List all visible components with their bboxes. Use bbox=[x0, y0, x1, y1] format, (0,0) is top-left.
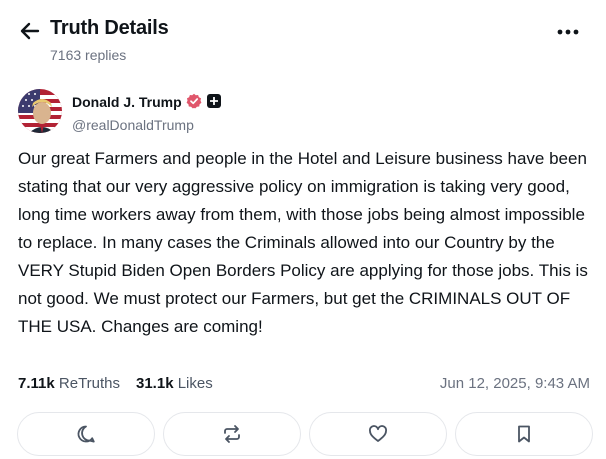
retruth-button[interactable] bbox=[163, 412, 301, 456]
reply-button[interactable] bbox=[17, 412, 155, 456]
plus-icon bbox=[210, 97, 218, 105]
post-stats: 7.11k ReTruths 31.1k Likes Jun 12, 2025,… bbox=[18, 375, 590, 395]
more-horizontal-icon bbox=[557, 29, 579, 35]
author-handle[interactable]: @realDonaldTrump bbox=[72, 117, 194, 133]
post-timestamp[interactable]: Jun 12, 2025, 9:43 AM bbox=[440, 375, 590, 392]
arrow-left-icon bbox=[20, 22, 40, 40]
avatar[interactable] bbox=[18, 89, 62, 133]
heart-icon bbox=[369, 425, 387, 442]
author-block: Donald J. Trump @realDonaldTrump bbox=[18, 89, 588, 135]
author-name[interactable]: Donald J. Trump bbox=[72, 94, 182, 110]
action-bar bbox=[0, 412, 606, 459]
truth-details-page: Truth Details 7163 replies Donald J. Tru… bbox=[0, 0, 606, 459]
more-options-button[interactable] bbox=[555, 24, 581, 40]
likes-count: 31.1k bbox=[136, 375, 174, 392]
back-button[interactable] bbox=[18, 20, 42, 42]
avatar-image bbox=[18, 89, 62, 133]
reply-count: 7163 replies bbox=[50, 47, 127, 63]
reply-icon bbox=[77, 425, 95, 443]
retruths-label: ReTruths bbox=[58, 375, 121, 392]
page-title: Truth Details bbox=[50, 17, 169, 39]
retruths-count: 7.11k bbox=[18, 375, 55, 392]
post-body: Our great Farmers and people in the Hote… bbox=[18, 149, 588, 336]
likes-label: Likes bbox=[177, 375, 213, 392]
bookmark-icon bbox=[518, 425, 530, 443]
retruths-stat[interactable]: 7.11k ReTruths bbox=[18, 375, 120, 392]
likes-stat[interactable]: 31.1k Likes bbox=[136, 375, 213, 392]
truth-plus-badge bbox=[207, 94, 221, 108]
like-button[interactable] bbox=[309, 412, 447, 456]
verified-badge-icon bbox=[186, 93, 202, 109]
bookmark-button[interactable] bbox=[455, 412, 593, 456]
retruth-icon bbox=[224, 425, 240, 443]
page-header: Truth Details 7163 replies bbox=[0, 0, 606, 80]
